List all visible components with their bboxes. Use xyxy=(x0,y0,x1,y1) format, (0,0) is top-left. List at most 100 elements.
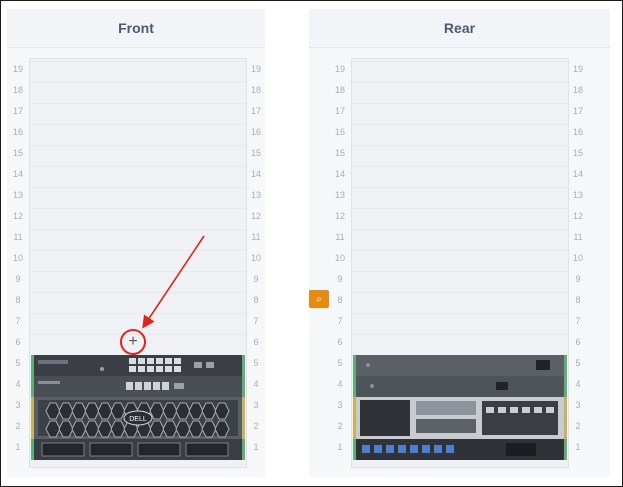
unit-label: 17 xyxy=(572,106,583,116)
unit-label: 6 xyxy=(15,337,21,347)
unit-label: 16 xyxy=(572,127,583,137)
rear-device-switch-rear[interactable] xyxy=(353,355,567,376)
unit-label: 11 xyxy=(335,232,345,242)
add-device-button[interactable]: + xyxy=(120,329,146,355)
unit-label: 3 xyxy=(253,400,259,410)
unit-label: 10 xyxy=(572,253,583,263)
rack-slot[interactable] xyxy=(352,124,568,145)
unit-label: 7 xyxy=(15,316,21,326)
rear-rack-title: Rear xyxy=(309,9,610,48)
unit-label: 9 xyxy=(253,274,259,284)
rear-device-router-rear[interactable] xyxy=(353,376,567,397)
unit-label: 11 xyxy=(13,232,23,242)
unit-label: 19 xyxy=(572,64,583,74)
unit-label: 14 xyxy=(572,169,583,179)
unit-label: 3 xyxy=(575,400,581,410)
rack-slot[interactable] xyxy=(30,145,246,166)
rack-slot[interactable] xyxy=(30,271,246,292)
unit-label: 7 xyxy=(337,316,343,326)
front-rack-panel: Front 19 18 17 16 15 14 13 12 11 10 9 8 7 6 5 4 3 2 1 19 18… xyxy=(7,9,265,477)
unit-label: 12 xyxy=(12,211,23,221)
unit-label: 1 xyxy=(337,442,343,452)
unit-label: 7 xyxy=(575,316,581,326)
unit-label: 17 xyxy=(250,106,261,116)
magnifier-icon: ⌕ xyxy=(316,293,322,305)
front-device-dell-server[interactable]: DELL xyxy=(31,397,245,439)
unit-label: 10 xyxy=(12,253,23,263)
unit-label: 17 xyxy=(12,106,23,116)
unit-label: 13 xyxy=(12,190,23,200)
rack-slot[interactable] xyxy=(352,250,568,271)
rack-slot[interactable] xyxy=(352,229,568,250)
rack-slot[interactable] xyxy=(30,166,246,187)
rack-slot[interactable] xyxy=(352,292,568,313)
rack-slot[interactable] xyxy=(30,292,246,313)
unit-label: 9 xyxy=(15,274,21,284)
unit-label: 2 xyxy=(15,421,21,431)
unit-label: 11 xyxy=(573,232,583,242)
unit-label: 8 xyxy=(575,295,581,305)
unit-label: 7 xyxy=(253,316,259,326)
unit-label: 1 xyxy=(253,442,259,452)
svg-text:DELL: DELL xyxy=(129,416,147,423)
unit-label: 18 xyxy=(250,85,261,95)
unit-label: 13 xyxy=(572,190,583,200)
plus-icon: + xyxy=(128,333,138,350)
unit-label: 18 xyxy=(12,85,23,95)
rack-slot[interactable] xyxy=(30,124,246,145)
rack-slot[interactable] xyxy=(30,61,246,82)
rack-slot[interactable] xyxy=(30,250,246,271)
unit-label: 19 xyxy=(12,64,23,74)
rack-slot[interactable] xyxy=(30,229,246,250)
rack-slot[interactable] xyxy=(30,103,246,124)
unit-label: 9 xyxy=(575,274,581,284)
unit-label: 9 xyxy=(337,274,343,284)
unit-label: 14 xyxy=(334,169,345,179)
front-device-server-1u[interactable] xyxy=(31,439,245,460)
rear-device-server-rear-1u[interactable] xyxy=(353,439,567,460)
rack-slot[interactable] xyxy=(352,82,568,103)
unit-label: 13 xyxy=(250,190,261,200)
unit-label: 15 xyxy=(250,148,261,158)
rack-slot[interactable] xyxy=(352,271,568,292)
front-rack-title: Front xyxy=(7,9,265,48)
rear-device-server-rear-2u[interactable] xyxy=(353,397,567,439)
unit-label: 16 xyxy=(12,127,23,137)
rack-slot[interactable] xyxy=(352,313,568,334)
rack-slot[interactable] xyxy=(352,334,568,355)
unit-label: 8 xyxy=(337,295,343,305)
rack-slot[interactable] xyxy=(352,208,568,229)
rack-slot[interactable] xyxy=(30,208,246,229)
front-device-router-small[interactable] xyxy=(31,376,245,397)
rear-rack[interactable] xyxy=(351,58,569,468)
unit-label: 6 xyxy=(253,337,259,347)
unit-label: 4 xyxy=(337,379,343,389)
unit-label: 8 xyxy=(253,295,259,305)
unit-label: 12 xyxy=(572,211,583,221)
rack-slot[interactable] xyxy=(352,166,568,187)
unit-label: 3 xyxy=(337,400,343,410)
front-rack-slots: DELL xyxy=(30,59,246,467)
unit-label: 4 xyxy=(253,379,259,389)
unit-label: 8 xyxy=(15,295,21,305)
rack-slot[interactable] xyxy=(30,187,246,208)
rack-slot[interactable] xyxy=(352,187,568,208)
unit-label: 14 xyxy=(250,169,261,179)
front-device-switch-48port[interactable] xyxy=(31,355,245,376)
rack-slot[interactable] xyxy=(352,145,568,166)
unit-label: 1 xyxy=(575,442,581,452)
rack-slot[interactable] xyxy=(352,61,568,82)
unit-label: 5 xyxy=(253,358,259,368)
unit-label: 18 xyxy=(572,85,583,95)
front-rack[interactable]: DELL xyxy=(29,58,247,468)
rack-slot[interactable] xyxy=(352,103,568,124)
rack-slot[interactable] xyxy=(30,82,246,103)
rear-rack-panel: Rear 19 18 17 16 15 14 13 12 11 10 9 8 7 6 5 4 3 2 1 19 18 1… xyxy=(309,9,610,477)
side-collapse-tab[interactable]: ⌕ xyxy=(309,290,329,308)
unit-label: 15 xyxy=(12,148,23,158)
unit-label: 4 xyxy=(15,379,21,389)
unit-label: 3 xyxy=(15,400,21,410)
unit-label: 11 xyxy=(251,232,261,242)
unit-label: 12 xyxy=(334,211,345,221)
unit-label: 15 xyxy=(334,148,345,158)
